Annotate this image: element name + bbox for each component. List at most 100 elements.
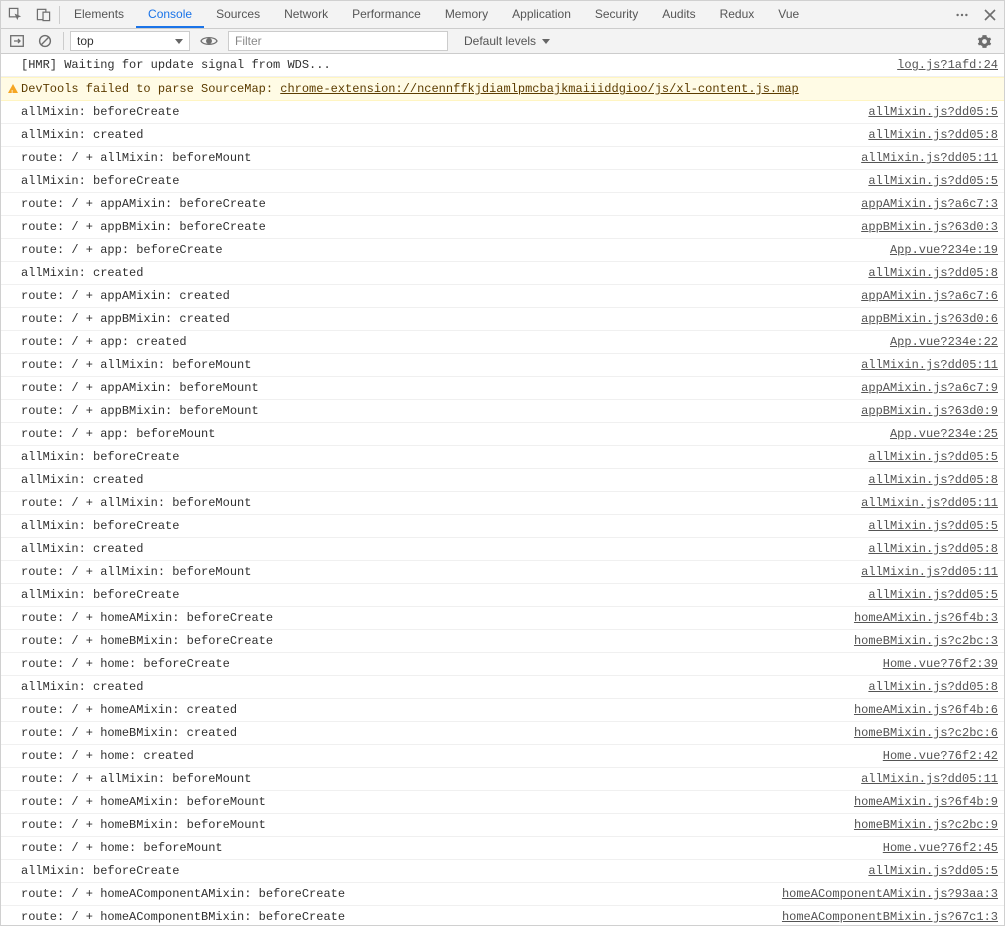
message-source-link[interactable]: homeAMixin.js?6f4b:6 xyxy=(854,701,998,719)
message-text: route: / + homeAMixin: beforeCreate xyxy=(21,609,842,627)
console-message: allMixin: beforeCreateallMixin.js?dd05:5 xyxy=(1,446,1004,469)
message-source-link[interactable]: Home.vue?76f2:39 xyxy=(883,655,998,673)
message-text: allMixin: beforeCreate xyxy=(21,517,856,535)
console-message: allMixin: created allMixin.js?dd05:8 xyxy=(1,124,1004,147)
message-source-link[interactable]: allMixin.js?dd05:5 xyxy=(868,862,998,880)
message-source-link[interactable]: allMixin.js?dd05:8 xyxy=(868,126,998,144)
message-source-link[interactable]: allMixin.js?dd05:11 xyxy=(861,356,998,374)
message-source-link[interactable]: allMixin.js?dd05:11 xyxy=(861,770,998,788)
tab-memory[interactable]: Memory xyxy=(433,1,500,28)
tab-audits[interactable]: Audits xyxy=(650,1,707,28)
message-source-link[interactable]: appAMixin.js?a6c7:3 xyxy=(861,195,998,213)
message-source-link[interactable]: allMixin.js?dd05:8 xyxy=(868,264,998,282)
tab-security[interactable]: Security xyxy=(583,1,650,28)
message-source-link[interactable]: allMixin.js?dd05:11 xyxy=(861,563,998,581)
device-toolbar-icon[interactable] xyxy=(29,1,57,29)
more-tabs-icon[interactable] xyxy=(948,1,976,29)
tab-vue[interactable]: Vue xyxy=(766,1,811,28)
message-source-link[interactable]: appBMixin.js?63d0:6 xyxy=(861,310,998,328)
close-devtools-icon[interactable] xyxy=(976,1,1004,29)
message-source-link[interactable]: homeAComponentBMixin.js?67c1:3 xyxy=(782,908,998,925)
separator xyxy=(59,6,60,24)
tab-elements[interactable]: Elements xyxy=(62,1,136,28)
message-source-link[interactable]: appBMixin.js?63d0:3 xyxy=(861,218,998,236)
message-text: route: / + home: beforeMount xyxy=(21,839,871,857)
tab-sources[interactable]: Sources xyxy=(204,1,272,28)
message-source-link[interactable]: allMixin.js?dd05:8 xyxy=(868,540,998,558)
panel-tabs: ElementsConsoleSourcesNetworkPerformance… xyxy=(62,1,811,28)
live-expression-icon[interactable] xyxy=(196,29,222,53)
message-text: route: / + appAMixin: beforeMount xyxy=(21,379,849,397)
gutter xyxy=(5,862,21,863)
message-text: [HMR] Waiting for update signal from WDS… xyxy=(21,56,885,74)
message-text: route: / + allMixin: beforeMount xyxy=(21,149,849,167)
message-source-link[interactable]: allMixin.js?dd05:8 xyxy=(868,471,998,489)
gutter xyxy=(5,448,21,449)
inspect-element-icon[interactable] xyxy=(1,1,29,29)
message-source-link[interactable]: homeAComponentAMixin.js?93aa:3 xyxy=(782,885,998,903)
message-source-link[interactable]: homeAMixin.js?6f4b:9 xyxy=(854,793,998,811)
gutter xyxy=(5,770,21,771)
message-source-link[interactable]: allMixin.js?dd05:5 xyxy=(868,448,998,466)
message-text: allMixin: beforeCreate xyxy=(21,172,856,190)
tab-performance[interactable]: Performance xyxy=(340,1,433,28)
message-source-link[interactable]: App.vue?234e:22 xyxy=(890,333,998,351)
execution-context-select[interactable]: top xyxy=(70,31,190,51)
console-message: route: / + allMixin: beforeMountallMixin… xyxy=(1,561,1004,584)
message-source-link[interactable]: allMixin.js?dd05:5 xyxy=(868,586,998,604)
message-source-link[interactable]: App.vue?234e:25 xyxy=(890,425,998,443)
message-source-link[interactable]: Home.vue?76f2:42 xyxy=(883,747,998,765)
tab-console[interactable]: Console xyxy=(136,1,204,28)
console-message: route: / + app: created App.vue?234e:22 xyxy=(1,331,1004,354)
message-source-link[interactable]: allMixin.js?dd05:11 xyxy=(861,149,998,167)
message-text: allMixin: beforeCreate xyxy=(21,103,856,121)
message-source-link[interactable]: appBMixin.js?63d0:9 xyxy=(861,402,998,420)
message-text: allMixin: created xyxy=(21,126,856,144)
console-message: allMixin: createdallMixin.js?dd05:8 xyxy=(1,262,1004,285)
message-source-link[interactable]: Home.vue?76f2:45 xyxy=(883,839,998,857)
toggle-sidebar-icon[interactable] xyxy=(5,29,29,53)
message-text: route: / + app: created xyxy=(21,333,878,351)
message-source-link[interactable]: appAMixin.js?a6c7:6 xyxy=(861,287,998,305)
clear-console-icon[interactable] xyxy=(33,29,57,53)
message-source-link[interactable]: homeAMixin.js?6f4b:3 xyxy=(854,609,998,627)
gutter xyxy=(5,356,21,357)
message-text: route: / + homeAComponentAMixin: beforeC… xyxy=(21,885,770,903)
message-source-link[interactable]: allMixin.js?dd05:5 xyxy=(868,103,998,121)
log-levels-select[interactable]: Default levels xyxy=(456,31,558,51)
message-source-link[interactable]: App.vue?234e:19 xyxy=(890,241,998,259)
gutter xyxy=(5,471,21,472)
gutter xyxy=(5,241,21,242)
message-source-link[interactable]: log.js?1afd:24 xyxy=(897,56,998,74)
gutter xyxy=(5,678,21,679)
tab-application[interactable]: Application xyxy=(500,1,583,28)
tab-redux[interactable]: Redux xyxy=(708,1,767,28)
gutter xyxy=(5,540,21,541)
console-message: route: / + homeAMixin: beforeMounthomeAM… xyxy=(1,791,1004,814)
message-source-link[interactable]: homeBMixin.js?c2bc:6 xyxy=(854,724,998,742)
tab-network[interactable]: Network xyxy=(272,1,340,28)
gutter xyxy=(5,885,21,886)
message-text: allMixin: created xyxy=(21,540,856,558)
console-message: route: / + home: beforeCreateHome.vue?76… xyxy=(1,653,1004,676)
message-source-link[interactable]: allMixin.js?dd05:5 xyxy=(868,517,998,535)
message-source-link[interactable]: allMixin.js?dd05:11 xyxy=(861,494,998,512)
message-source-link[interactable]: homeBMixin.js?c2bc:3 xyxy=(854,632,998,650)
gutter xyxy=(5,701,21,702)
gutter xyxy=(5,632,21,633)
console-message: route: / + app: beforeCreateApp.vue?234e… xyxy=(1,239,1004,262)
gutter xyxy=(5,655,21,656)
message-source-link[interactable]: homeBMixin.js?c2bc:9 xyxy=(854,816,998,834)
message-source-link[interactable]: appAMixin.js?a6c7:9 xyxy=(861,379,998,397)
console-settings-icon[interactable] xyxy=(972,29,996,53)
sourcemap-link[interactable]: chrome-extension://ncennffkjdiamlpmcbajk… xyxy=(280,82,798,96)
console-message: allMixin: createdallMixin.js?dd05:8 xyxy=(1,469,1004,492)
message-source-link[interactable]: allMixin.js?dd05:5 xyxy=(868,172,998,190)
gutter xyxy=(5,103,21,104)
filter-input[interactable] xyxy=(228,31,448,51)
message-text: route: / + appBMixin: beforeMount xyxy=(21,402,849,420)
message-text: allMixin: beforeCreate xyxy=(21,586,856,604)
console-message: route: / + homeBMixin: beforeCreatehomeB… xyxy=(1,630,1004,653)
console-messages[interactable]: [HMR] Waiting for update signal from WDS… xyxy=(1,54,1004,925)
message-source-link[interactable]: allMixin.js?dd05:8 xyxy=(868,678,998,696)
